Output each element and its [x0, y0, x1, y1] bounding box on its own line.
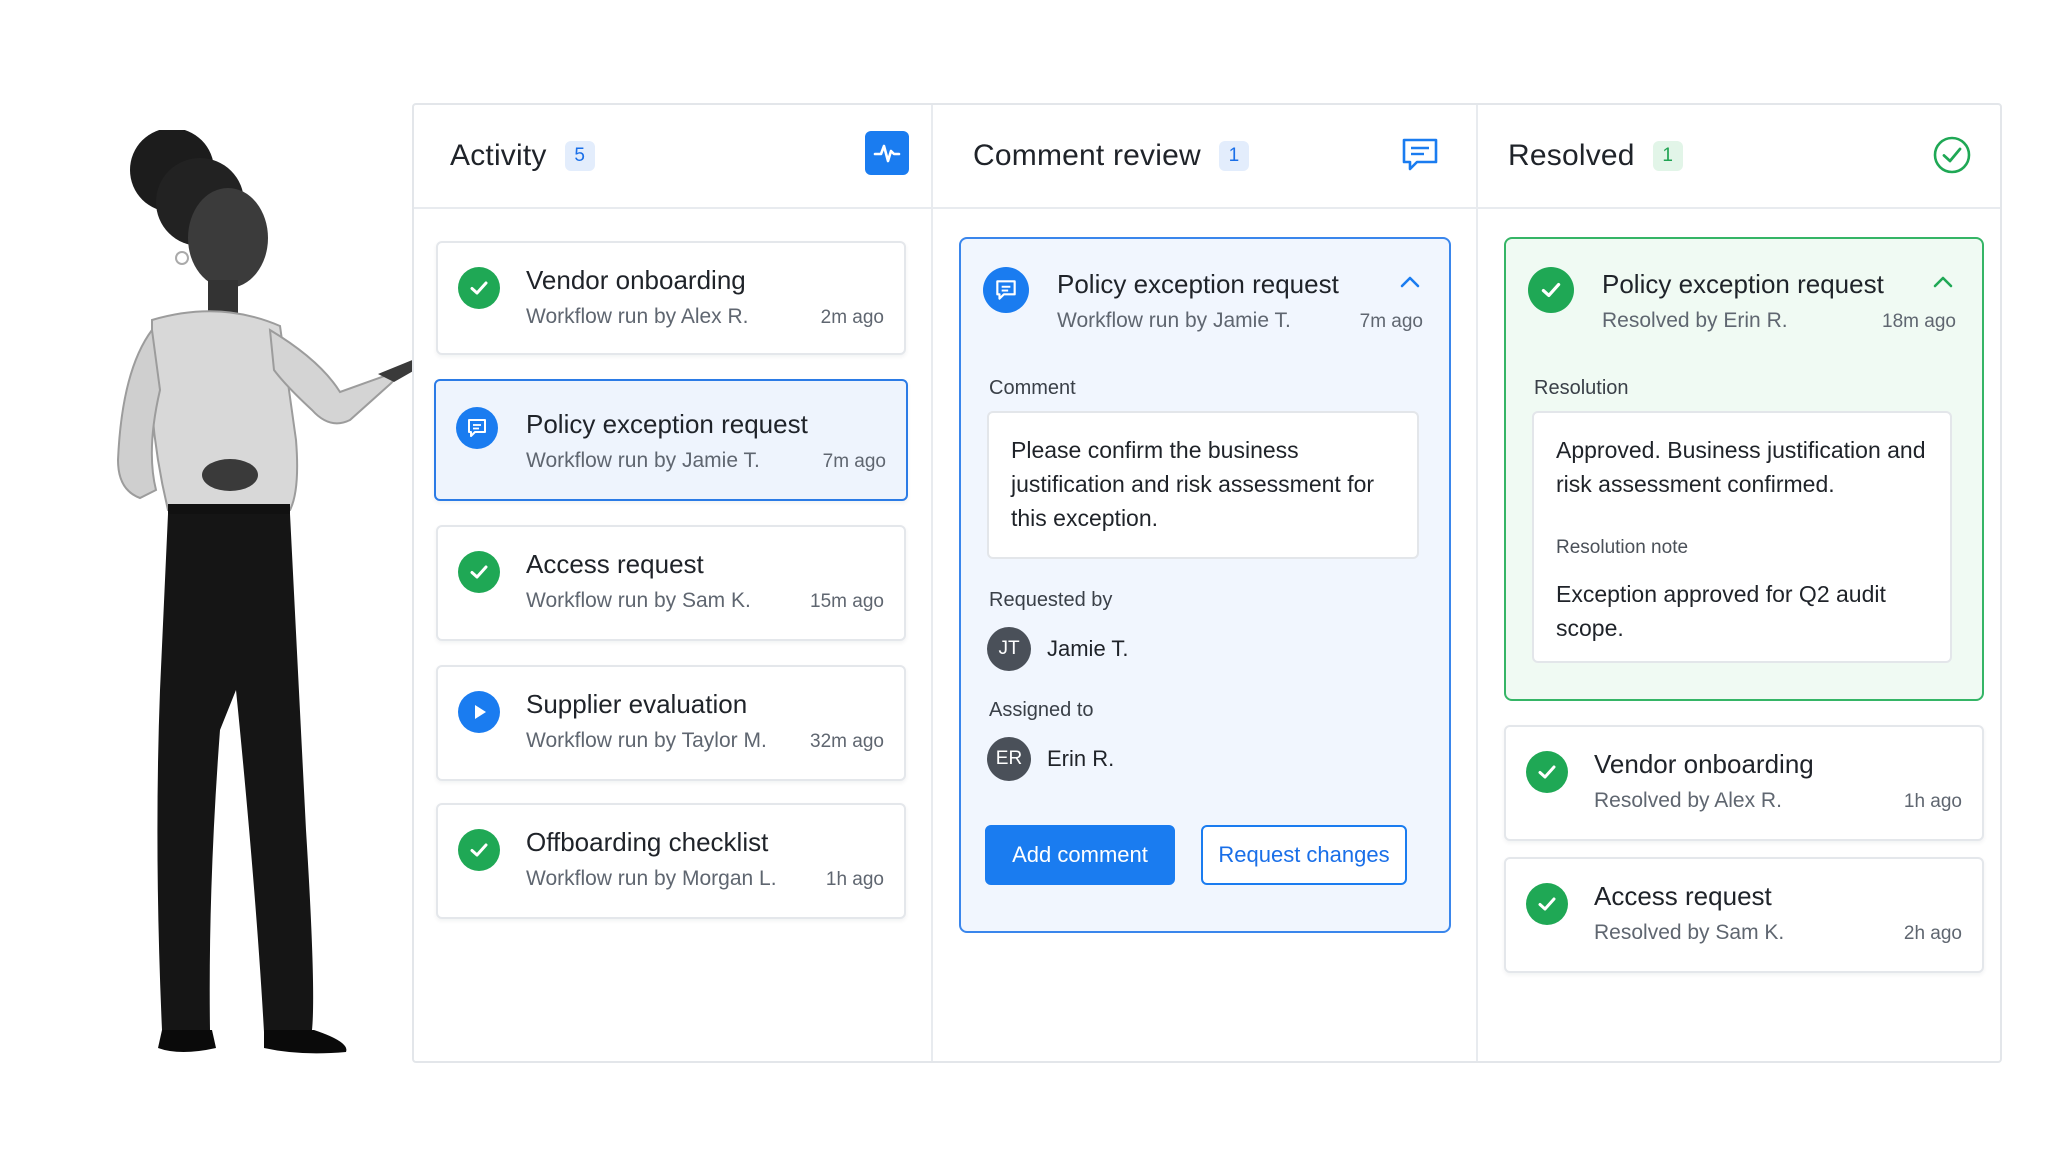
activity-item-title: Vendor onboarding: [526, 265, 746, 295]
comment-label: Comment: [989, 377, 1076, 399]
play-icon: [458, 691, 500, 733]
resolved-item-access-request[interactable]: Access request Resolved by Sam K. 2h ago: [1504, 857, 1984, 973]
review-card-time: 7m ago: [1359, 311, 1423, 332]
resolved-item-title: Vendor onboarding: [1594, 749, 1814, 779]
check-circle-icon: [1526, 883, 1568, 925]
resolution-note-text: Exception approved for Q2 audit scope.: [1556, 581, 1886, 641]
requester-name: Jamie T.: [1047, 636, 1129, 661]
resolved-item-subtitle: Resolved by Sam K.: [1594, 921, 1785, 944]
chevron-up-icon[interactable]: [1932, 275, 1954, 289]
check-circle-icon: [458, 267, 500, 309]
assignee-name: Erin R.: [1047, 746, 1115, 771]
check-circle-outline-icon[interactable]: [1932, 135, 1972, 175]
activity-item-time: 15m ago: [810, 591, 884, 612]
comment-review-count-badge: 1: [1218, 141, 1249, 171]
avatar: ER: [987, 737, 1031, 781]
activity-item-title: Access request: [526, 549, 704, 579]
comment-icon: [983, 267, 1029, 313]
request-changes-button[interactable]: Request changes: [1201, 825, 1407, 885]
resolved-card-policy-exception: Policy exception request Resolved by Eri…: [1504, 237, 1984, 701]
activity-item-subtitle: Workflow run by Taylor M.: [526, 729, 767, 752]
check-circle-icon: [1526, 751, 1568, 793]
chevron-up-icon[interactable]: [1399, 275, 1421, 289]
presenter-person-illustration: [116, 130, 436, 1054]
resolved-column: Resolved 1 Policy exception request Reso…: [1476, 105, 2000, 1061]
resolved-count-badge: 1: [1652, 141, 1683, 171]
avatar: JT: [987, 627, 1031, 671]
resolution-note-label: Resolution note: [1556, 537, 1689, 558]
add-comment-button[interactable]: Add comment: [985, 825, 1175, 885]
activity-item-time: 1h ago: [825, 869, 884, 890]
activity-item-subtitle: Workflow run by Sam K.: [526, 589, 751, 612]
resolution-text: Approved. Business justification and ris…: [1556, 437, 1926, 497]
assignee-row: ER Erin R.: [987, 737, 1114, 781]
resolution-box: Approved. Business justification and ris…: [1532, 411, 1952, 663]
resolved-column-title: Resolved: [1508, 139, 1635, 172]
resolved-card-subtitle: Resolved by Erin R.: [1602, 309, 1788, 332]
activity-item-subtitle: Workflow run by Morgan L.: [526, 867, 777, 890]
activity-item-offboarding-checklist[interactable]: Offboarding checklist Workflow run by Mo…: [436, 803, 906, 919]
review-card-subtitle: Workflow run by Jamie T.: [1057, 309, 1291, 332]
comment-review-column-header: Comment review 1: [933, 105, 1476, 209]
activity-item-subtitle: Workflow run by Alex R.: [526, 305, 749, 328]
activity-count-badge: 5: [564, 141, 595, 171]
comment-review-column: Comment review 1 Policy exception reques…: [931, 105, 1476, 1061]
resolved-item-title: Access request: [1594, 881, 1772, 911]
activity-item-time: 2m ago: [820, 307, 884, 328]
comment-text: Please confirm the business justificatio…: [1011, 437, 1375, 531]
activity-item-access-request[interactable]: Access request Workflow run by Sam K. 15…: [436, 525, 906, 641]
activity-column-header: Activity 5: [414, 105, 931, 209]
review-card-policy-exception: Policy exception request Workflow run by…: [959, 237, 1451, 933]
assigned-to-label: Assigned to: [989, 699, 1094, 721]
resolved-item-time: 1h ago: [1903, 791, 1962, 812]
activity-column: Activity 5 Vendor onboarding Workflow ru…: [414, 105, 931, 1061]
activity-item-title: Offboarding checklist: [526, 827, 769, 857]
activity-item-vendor-onboarding[interactable]: Vendor onboarding Workflow run by Alex R…: [436, 241, 906, 355]
resolved-column-header: Resolved 1: [1478, 105, 2000, 209]
workflow-board: Activity 5 Vendor onboarding Workflow ru…: [412, 103, 2002, 1063]
requester-row: JT Jamie T.: [987, 627, 1129, 671]
resolved-card-title: Policy exception request: [1602, 269, 1884, 299]
check-circle-icon: [458, 829, 500, 871]
resolved-card-time: 18m ago: [1882, 311, 1956, 332]
resolved-item-time: 2h ago: [1903, 923, 1962, 944]
activity-item-time: 32m ago: [810, 731, 884, 752]
comment-review-column-title: Comment review: [973, 139, 1201, 172]
comment-icon[interactable]: [1400, 135, 1440, 175]
activity-item-title: Policy exception request: [526, 409, 808, 439]
activity-item-subtitle: Workflow run by Jamie T.: [526, 449, 760, 472]
activity-item-title: Supplier evaluation: [526, 689, 748, 719]
resolved-item-subtitle: Resolved by Alex R.: [1594, 789, 1782, 812]
review-card-title: Policy exception request: [1057, 269, 1339, 299]
comment-box: Please confirm the business justificatio…: [987, 411, 1419, 559]
resolved-item-vendor-onboarding[interactable]: Vendor onboarding Resolved by Alex R. 1h…: [1504, 725, 1984, 841]
activity-item-policy-exception[interactable]: Policy exception request Workflow run by…: [434, 379, 908, 501]
requested-by-label: Requested by: [989, 589, 1113, 611]
resolution-label: Resolution: [1534, 377, 1629, 399]
activity-item-time: 7m ago: [822, 451, 886, 472]
check-circle-icon: [1528, 267, 1574, 313]
activity-pulse-icon[interactable]: [865, 131, 909, 175]
activity-item-supplier-evaluation[interactable]: Supplier evaluation Workflow run by Tayl…: [436, 665, 906, 781]
check-circle-icon: [458, 551, 500, 593]
activity-column-title: Activity: [450, 139, 547, 172]
comment-icon: [456, 407, 498, 449]
